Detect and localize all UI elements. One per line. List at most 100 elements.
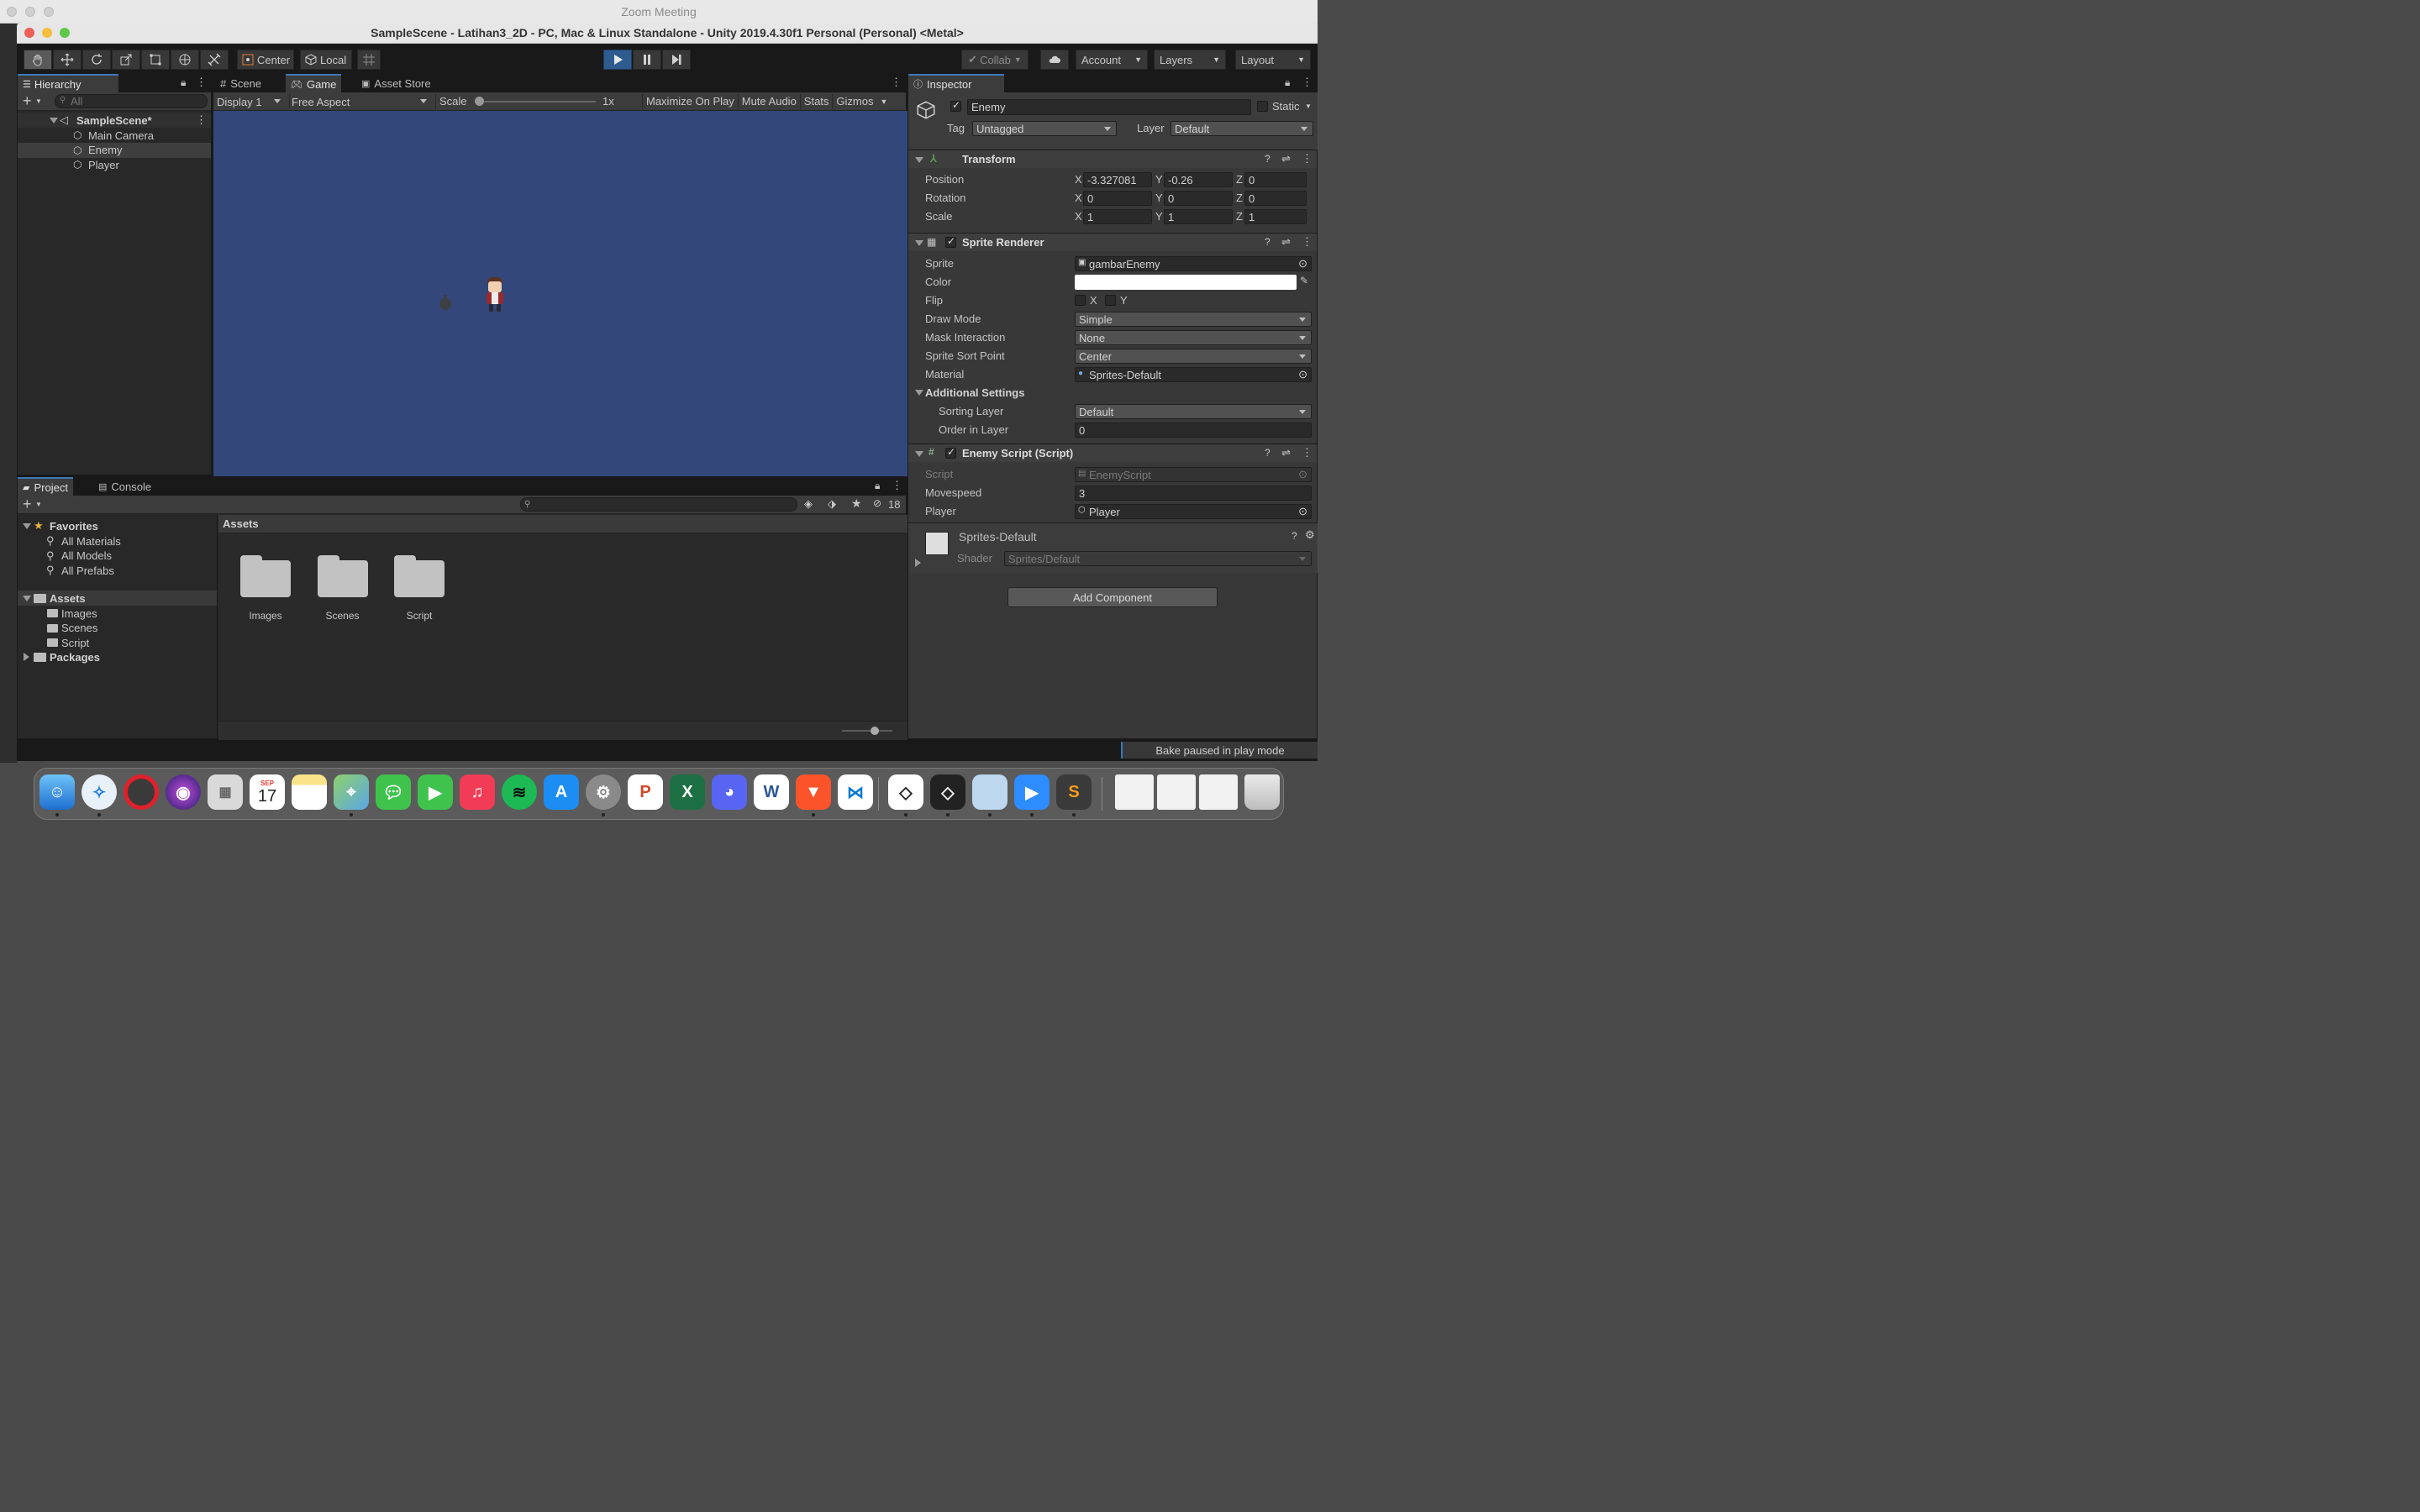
- window-thumbnail[interactable]: [1157, 774, 1196, 810]
- lock-icon[interactable]: 🔒︎: [875, 480, 880, 492]
- active-checkbox[interactable]: [950, 99, 961, 112]
- kebab-menu-icon[interactable]: ⋮: [196, 113, 207, 127]
- sprite-renderer-enabled-checkbox[interactable]: [945, 235, 956, 248]
- player-object-field[interactable]: ⬡ Player ⊙: [1075, 504, 1312, 519]
- filter-by-label-icon[interactable]: ⬗: [828, 497, 836, 511]
- kebab-menu-icon[interactable]: ⋮: [1302, 446, 1313, 459]
- app-store-icon[interactable]: A: [544, 774, 579, 810]
- favorites-item[interactable]: ⚲ All Prefabs: [18, 563, 217, 578]
- material-object-field[interactable]: ● Sprites-Default ⊙: [1075, 367, 1312, 382]
- excel-icon[interactable]: X: [670, 774, 705, 810]
- hierarchy-item[interactable]: ⬡ Enemy: [18, 142, 211, 158]
- kebab-menu-icon[interactable]: ⋮: [1302, 235, 1313, 249]
- rotation-x-input[interactable]: 0: [1083, 191, 1152, 206]
- asset-folder-item[interactable]: Script: [18, 635, 217, 650]
- scale-slider-thumb[interactable]: [475, 97, 484, 106]
- eyedropper-icon[interactable]: ✎: [1300, 275, 1308, 286]
- system-preferences-icon[interactable]: ⚙: [586, 774, 621, 810]
- scale-y-input[interactable]: 1: [1164, 209, 1233, 224]
- presets-icon[interactable]: ⇌: [1281, 152, 1291, 165]
- favorite-star-icon[interactable]: ★: [851, 496, 862, 511]
- messages-icon[interactable]: 💬︎: [376, 774, 411, 810]
- unity-hub-icon[interactable]: ◇: [888, 774, 923, 810]
- opera-icon[interactable]: [124, 774, 159, 810]
- object-name-input[interactable]: Enemy: [967, 99, 1251, 115]
- draw-mode-dropdown[interactable]: Simple: [1075, 312, 1312, 327]
- scale-z-input[interactable]: 1: [1244, 209, 1307, 224]
- space-toggle[interactable]: Local: [300, 50, 352, 70]
- sublime-text-icon[interactable]: S: [1056, 774, 1092, 810]
- window-thumbnail[interactable]: [1115, 774, 1154, 810]
- calendar-icon[interactable]: SEP 17: [250, 774, 285, 810]
- asset-grid-folder[interactable]: [394, 555, 445, 597]
- word-icon[interactable]: W: [754, 774, 789, 810]
- layers-dropdown[interactable]: Layers ▼: [1154, 50, 1226, 70]
- sorting-layer-dropdown[interactable]: Default: [1075, 404, 1312, 419]
- trash-icon[interactable]: [1244, 774, 1280, 810]
- rotation-y-input[interactable]: 0: [1164, 191, 1233, 206]
- object-picker-icon[interactable]: ⊙: [1298, 368, 1307, 381]
- asset-grid-folder[interactable]: [317, 555, 368, 597]
- kebab-menu-icon[interactable]: ⋮: [1302, 152, 1313, 165]
- preview-icon[interactable]: [972, 774, 1007, 810]
- sprite-object-field[interactable]: ▣ gambarEnemy ⊙: [1075, 256, 1312, 271]
- rotate-tool-button[interactable]: [82, 50, 111, 70]
- tab-inspector[interactable]: ⓘ Inspector: [908, 74, 1004, 92]
- hierarchy-item[interactable]: ⬡ Player: [18, 157, 211, 172]
- transform-tool-button[interactable]: [171, 50, 199, 70]
- packages-row[interactable]: Packages: [18, 649, 217, 664]
- tab-asset-store[interactable]: ▣ Asset Store: [356, 74, 436, 92]
- expand-arrow-icon[interactable]: [915, 240, 923, 246]
- account-dropdown[interactable]: Account ▼: [1076, 50, 1148, 70]
- transform-header[interactable]: ⅄ Transform ? ⇌ ⋮: [908, 150, 1317, 168]
- launchpad-icon[interactable]: ▦: [208, 774, 243, 810]
- expand-arrow-icon[interactable]: [23, 596, 31, 601]
- expand-arrow-icon[interactable]: [915, 390, 923, 396]
- aspect-dropdown[interactable]: Free Aspect: [289, 94, 432, 109]
- rotation-z-input[interactable]: 0: [1244, 191, 1307, 206]
- add-component-button[interactable]: Add Component: [1007, 587, 1218, 607]
- mute-audio-toggle[interactable]: Mute Audio: [737, 94, 800, 109]
- powerpoint-icon[interactable]: P: [628, 774, 663, 810]
- kebab-menu-icon[interactable]: ⋮: [892, 479, 902, 492]
- asset-grid-folder[interactable]: [240, 555, 291, 597]
- breadcrumb-assets[interactable]: Assets: [223, 517, 259, 530]
- asset-folder-item[interactable]: Images: [18, 606, 217, 621]
- play-button[interactable]: [603, 50, 632, 70]
- sprite-sort-point-dropdown[interactable]: Center: [1075, 349, 1312, 364]
- movespeed-input[interactable]: 3: [1075, 486, 1312, 501]
- expand-arrow-icon[interactable]: [23, 523, 31, 529]
- collapse-arrow-icon[interactable]: [915, 559, 921, 567]
- tag-dropdown[interactable]: Untagged: [972, 121, 1117, 136]
- chevron-down-icon[interactable]: ▼: [1305, 102, 1312, 110]
- tab-console[interactable]: ▤ Console: [93, 477, 156, 496]
- music-icon[interactable]: ♫: [460, 774, 495, 810]
- help-icon[interactable]: ?: [1265, 153, 1270, 165]
- enemy-script-header[interactable]: # Enemy Script (Script) ? ⇌ ⋮: [908, 444, 1317, 462]
- facetime-icon[interactable]: ▶: [418, 774, 453, 810]
- hand-tool-button[interactable]: [24, 50, 52, 70]
- expand-arrow-icon[interactable]: [915, 157, 923, 163]
- unity-icon[interactable]: ◇: [930, 774, 965, 810]
- flip-x-checkbox[interactable]: [1075, 295, 1086, 306]
- order-in-layer-input[interactable]: 0: [1075, 423, 1312, 438]
- help-icon[interactable]: ?: [1265, 236, 1270, 248]
- collapse-arrow-icon[interactable]: [24, 653, 29, 661]
- presets-icon[interactable]: ⇌: [1281, 446, 1291, 459]
- finder-icon[interactable]: ☺: [39, 774, 75, 810]
- mask-interaction-dropdown[interactable]: None: [1075, 330, 1312, 345]
- pause-button[interactable]: [633, 50, 661, 70]
- object-picker-icon[interactable]: ⊙: [1298, 257, 1307, 270]
- rect-tool-button[interactable]: [141, 50, 170, 70]
- kebab-menu-icon[interactable]: ⋮: [891, 76, 902, 89]
- position-z-input[interactable]: 0: [1244, 172, 1307, 187]
- chevron-down-icon[interactable]: ▼: [35, 97, 42, 105]
- help-icon[interactable]: ?: [1265, 447, 1270, 459]
- scale-slider-track[interactable]: [480, 101, 596, 102]
- static-checkbox[interactable]: [1257, 101, 1268, 112]
- game-viewport[interactable]: [213, 111, 908, 476]
- hierarchy-item[interactable]: ⬡ Main Camera: [18, 128, 211, 143]
- tab-game[interactable]: 🎮︎ Game: [286, 74, 342, 92]
- hidden-packages-icon[interactable]: ⊘: [873, 497, 881, 509]
- lock-icon[interactable]: 🔒︎: [181, 76, 186, 89]
